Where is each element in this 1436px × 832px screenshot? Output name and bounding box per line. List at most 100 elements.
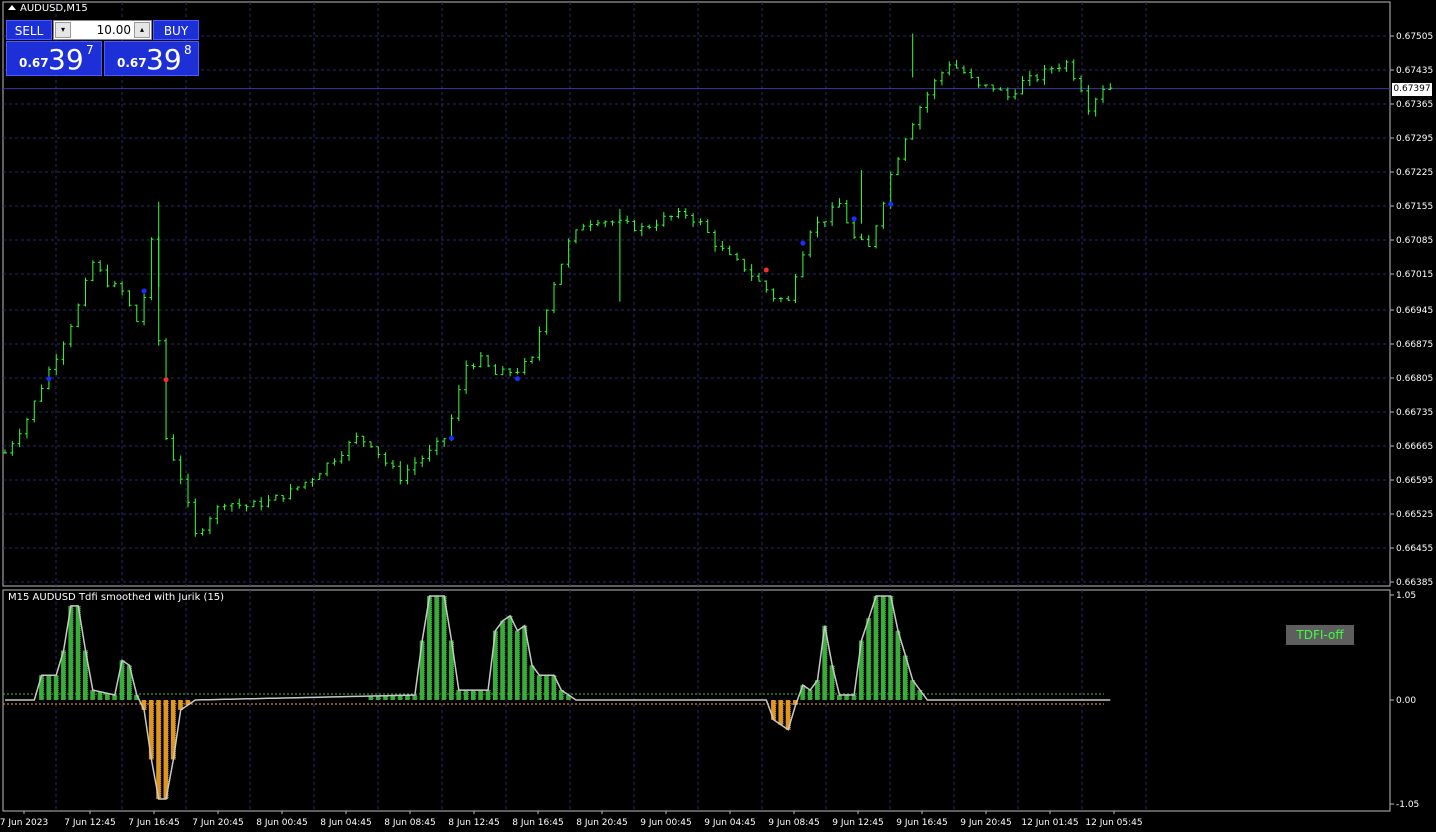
y-tick-label: 0.67225 — [1396, 168, 1433, 178]
x-tick-label: 9 Jun 16:45 — [896, 818, 947, 828]
sell-price-prefix: 0.67 — [19, 56, 49, 70]
buy-price-sup: 8 — [184, 43, 192, 57]
buy-signal-dot — [514, 376, 520, 382]
buy-price-prefix: 0.67 — [117, 56, 147, 70]
tdfi-up-bar — [112, 695, 118, 700]
tdfi-up-bar — [529, 665, 535, 700]
sell-signal-dot — [163, 377, 169, 383]
tdfi-up-bar — [873, 596, 879, 700]
buy-signal-dot — [800, 240, 806, 246]
tdfi-up-bar — [895, 630, 901, 700]
y-tick-label: 0.67015 — [1396, 270, 1433, 280]
tdfi-up-bar — [507, 615, 513, 700]
sell-signal-dot — [763, 267, 769, 273]
x-tick-label: 9 Jun 20:45 — [960, 818, 1011, 828]
y-tick-label: 0.66735 — [1396, 408, 1433, 418]
tdfi-up-bar — [90, 690, 96, 700]
lot-size-value[interactable]: 10.00 — [74, 23, 131, 37]
x-tick-label: 7 Jun 16:45 — [128, 818, 179, 828]
tdfi-up-bar — [427, 596, 433, 700]
y-tick-label: 0.66595 — [1396, 476, 1433, 486]
y-tick-label: 0.66455 — [1396, 544, 1433, 554]
tdfi-down-bar — [156, 700, 162, 800]
sell-button[interactable]: SELL — [6, 20, 52, 40]
indicator-y-label: 1.05 — [1396, 591, 1416, 601]
tdfi-up-bar — [485, 690, 491, 700]
tdfi-up-bar — [456, 690, 462, 700]
tdfi-down-bar — [163, 700, 169, 800]
y-tick-label: 0.67295 — [1396, 134, 1433, 144]
tdfi-up-bar — [844, 695, 850, 700]
sell-price-big: 39 — [48, 43, 84, 76]
tdfi-down-bar — [778, 700, 784, 725]
x-tick-label: 8 Jun 16:45 — [512, 818, 563, 828]
tdfi-up-bar — [514, 630, 520, 700]
tdfi-up-bar — [470, 690, 476, 700]
tdfi-up-bar — [866, 618, 872, 700]
buy-signal-dot — [888, 201, 894, 207]
indicator-title: M15 AUDUSD Tdfi smoothed with Jurik (15) — [8, 592, 225, 603]
triangle-icon — [8, 5, 16, 10]
buy-signal-dot — [46, 376, 52, 382]
x-tick-label: 7 Jun 20:45 — [192, 818, 243, 828]
y-tick-label: 0.67085 — [1396, 236, 1433, 246]
y-tick-label: 0.66665 — [1396, 442, 1433, 452]
lot-size-input[interactable]: ▾ 10.00 ▴ — [53, 20, 152, 40]
indicator-y-label: -1.05 — [1396, 800, 1419, 810]
tdfi-up-bar — [46, 675, 52, 700]
x-tick-label: 9 Jun 04:45 — [704, 818, 755, 828]
tdfi-status-badge[interactable]: TDFI-off — [1286, 625, 1354, 645]
tdfi-up-bar — [836, 695, 842, 700]
x-tick-label: 9 Jun 00:45 — [640, 818, 691, 828]
x-tick-label: 8 Jun 00:45 — [256, 818, 307, 828]
y-tick-label: 0.66525 — [1396, 510, 1433, 520]
buy-signal-dot — [851, 216, 857, 222]
lot-increase-icon[interactable]: ▴ — [134, 22, 150, 38]
y-tick-label: 0.67365 — [1396, 100, 1433, 110]
x-tick-label: 12 Jun 01:45 — [1021, 818, 1078, 828]
x-tick-label: 12 Jun 05:45 — [1085, 818, 1142, 828]
y-tick-label: 0.66805 — [1396, 374, 1433, 384]
tdfi-up-bar — [434, 596, 440, 700]
tdfi-line — [5, 595, 1111, 800]
tdfi-up-bar — [880, 596, 886, 700]
x-tick-label: 7 Jun 12:45 — [64, 818, 115, 828]
tdfi-up-bar — [478, 690, 484, 700]
y-tick-label: 0.66385 — [1396, 578, 1433, 588]
tdfi-up-bar — [441, 596, 447, 700]
x-tick-label: 8 Jun 04:45 — [320, 818, 371, 828]
chart-title: AUDUSD,M15 — [8, 3, 88, 14]
buy-price-quote[interactable]: 0.67 39 8 — [104, 41, 199, 76]
buy-button[interactable]: BUY — [153, 20, 199, 40]
one-click-trade-panel: SELL ▾ 10.00 ▴ BUY 0.67 39 7 0.67 39 8 — [6, 20, 199, 76]
sell-price-sup: 7 — [86, 43, 94, 57]
x-tick-label: 8 Jun 08:45 — [384, 818, 435, 828]
y-tick-label: 0.67435 — [1396, 66, 1433, 76]
tdfi-up-bar — [97, 691, 103, 700]
y-tick-label: 0.67155 — [1396, 202, 1433, 212]
tdfi-up-bar — [463, 690, 469, 700]
current-price-tag: 0.67397 — [1392, 82, 1432, 96]
tdfi-up-bar — [800, 685, 806, 700]
x-tick-label: 8 Jun 20:45 — [576, 818, 627, 828]
tdfi-up-bar — [500, 620, 506, 700]
tdfi-up-bar — [851, 695, 857, 700]
buy-signal-dot — [449, 435, 455, 441]
tdfi-up-bar — [536, 675, 542, 700]
sell-price-quote[interactable]: 0.67 39 7 — [6, 41, 102, 76]
buy-signal-dot — [141, 288, 147, 294]
y-tick-label: 0.67505 — [1396, 32, 1433, 42]
price-chart[interactable]: 0.675050.674350.673650.672950.672250.671… — [0, 0, 1436, 832]
x-tick-label: 8 Jun 12:45 — [448, 818, 499, 828]
tdfi-up-bar — [53, 675, 59, 700]
y-tick-label: 0.66945 — [1396, 306, 1433, 316]
buy-price-big: 39 — [146, 43, 182, 76]
x-tick-label: 7 Jun 2023 — [0, 818, 48, 828]
lot-decrease-icon[interactable]: ▾ — [55, 22, 71, 38]
x-tick-label: 9 Jun 08:45 — [768, 818, 819, 828]
price-pane-frame — [2, 1, 1391, 587]
tdfi-up-bar — [807, 690, 813, 700]
indicator-y-label: 0.00 — [1396, 696, 1416, 706]
tdfi-up-bar — [888, 596, 894, 700]
tdfi-up-bar — [544, 675, 550, 700]
